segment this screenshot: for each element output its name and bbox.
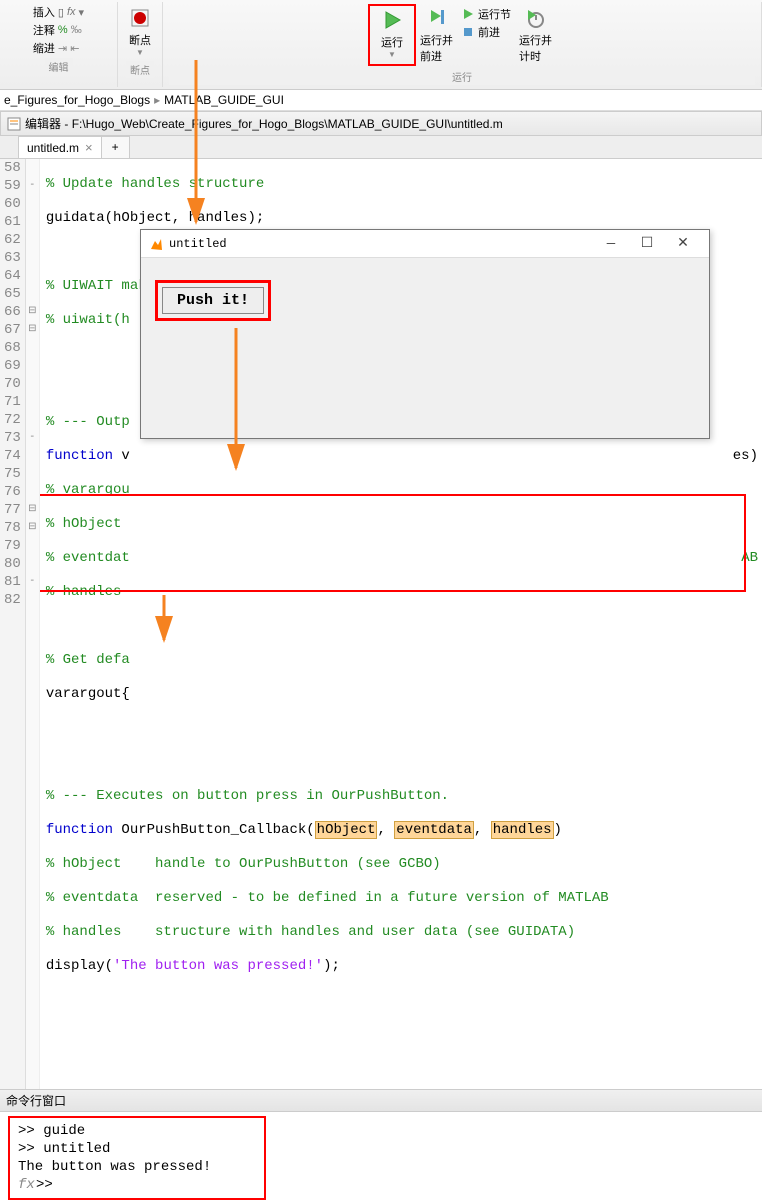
command-window-title: 命令行窗口	[0, 1089, 762, 1112]
file-tab[interactable]: untitled.m ×	[18, 136, 102, 158]
push-button-highlight: Push it!	[155, 280, 271, 321]
chevron-right-icon: ▸	[154, 93, 160, 107]
tab-label: untitled.m	[27, 141, 79, 155]
insert-btn[interactable]: 插入 ▯ fx ▾	[33, 4, 84, 20]
fold-column[interactable]: -⊟⊟-⊟⊟-	[26, 159, 40, 1089]
editor-titlebar: 编辑器 - F:\Hugo_Web\Create_Figures_for_Hog…	[0, 111, 762, 136]
run-btn[interactable]: 运行 ▼	[368, 4, 416, 66]
breadcrumb[interactable]: e_Figures_for_Hogo_Blogs ▸ MATLAB_GUIDE_…	[0, 90, 762, 111]
callback-highlight-box	[40, 494, 746, 592]
editor-title-prefix: 编辑器	[25, 115, 61, 132]
group-run-label: 运行	[169, 68, 755, 85]
cmd-line: >> guide	[18, 1122, 256, 1140]
run-advance-icon	[425, 6, 449, 30]
crumb-2[interactable]: MATLAB_GUIDE_GUI	[164, 93, 284, 107]
close-btn[interactable]: ✕	[665, 235, 701, 252]
advance-icon	[461, 25, 475, 39]
matlab-icon	[149, 237, 163, 251]
group-bp-label: 断点	[126, 61, 154, 78]
clock-icon	[524, 6, 548, 30]
run-group: 运行 ▼ 运行并 前进 运行节 前进 运行并 计时 运行	[163, 2, 762, 87]
push-button[interactable]: Push it!	[162, 287, 264, 314]
maximize-btn[interactable]: ☐	[629, 235, 665, 252]
command-window[interactable]: >> guide >> untitled The button was pres…	[0, 1112, 762, 1204]
gui-body: Push it!	[141, 258, 709, 438]
fx-icon: fx	[18, 1176, 36, 1194]
new-tab-btn[interactable]: +	[101, 136, 130, 158]
crumb-1[interactable]: e_Figures_for_Hogo_Blogs	[4, 93, 150, 107]
indent-btn[interactable]: 缩进 ⇥ ⇤	[33, 40, 84, 56]
code-editor[interactable]: 5859606162636465666768697071727374757677…	[0, 159, 762, 1089]
cmd-line: The button was pressed!	[18, 1158, 256, 1176]
cmd-prompt[interactable]: fx>>	[18, 1176, 256, 1194]
gui-figure-window[interactable]: untitled — ☐ ✕ Push it!	[140, 229, 710, 439]
command-output-highlight: >> guide >> untitled The button was pres…	[8, 1116, 266, 1200]
section-icon	[461, 7, 475, 21]
gui-title: untitled	[169, 237, 227, 251]
close-icon[interactable]: ×	[85, 140, 93, 155]
editor-path: F:\Hugo_Web\Create_Figures_for_Hogo_Blog…	[72, 117, 503, 131]
group-edit-label: 编辑	[45, 58, 73, 75]
breakpoints-group: 断点 ▼ 断点	[118, 2, 163, 87]
advance-btn[interactable]: 前进	[461, 24, 511, 40]
play-icon	[380, 8, 404, 32]
editor-icon	[7, 117, 21, 131]
run-time-btn[interactable]: 运行并 计时	[515, 4, 556, 66]
edit-group: 插入 ▯ fx ▾ 注释 % ‰ 缩进 ⇥ ⇤ 编辑	[0, 2, 118, 87]
run-section-btn[interactable]: 运行节	[461, 6, 511, 22]
comment-btn[interactable]: 注释 % ‰	[33, 22, 84, 38]
gui-titlebar[interactable]: untitled — ☐ ✕	[141, 230, 709, 258]
minimize-btn[interactable]: —	[593, 236, 629, 252]
line-gutter: 5859606162636465666768697071727374757677…	[0, 159, 26, 1089]
run-advance-btn[interactable]: 运行并 前进	[416, 4, 457, 66]
cmd-line: >> untitled	[18, 1140, 256, 1158]
ribbon-toolbar: 插入 ▯ fx ▾ 注释 % ‰ 缩进 ⇥ ⇤ 编辑 断点 ▼ 断点 运行 ▼ …	[0, 0, 762, 90]
tab-bar: untitled.m × +	[0, 136, 762, 159]
breakpoints-btn[interactable]: 断点 ▼	[124, 4, 156, 59]
